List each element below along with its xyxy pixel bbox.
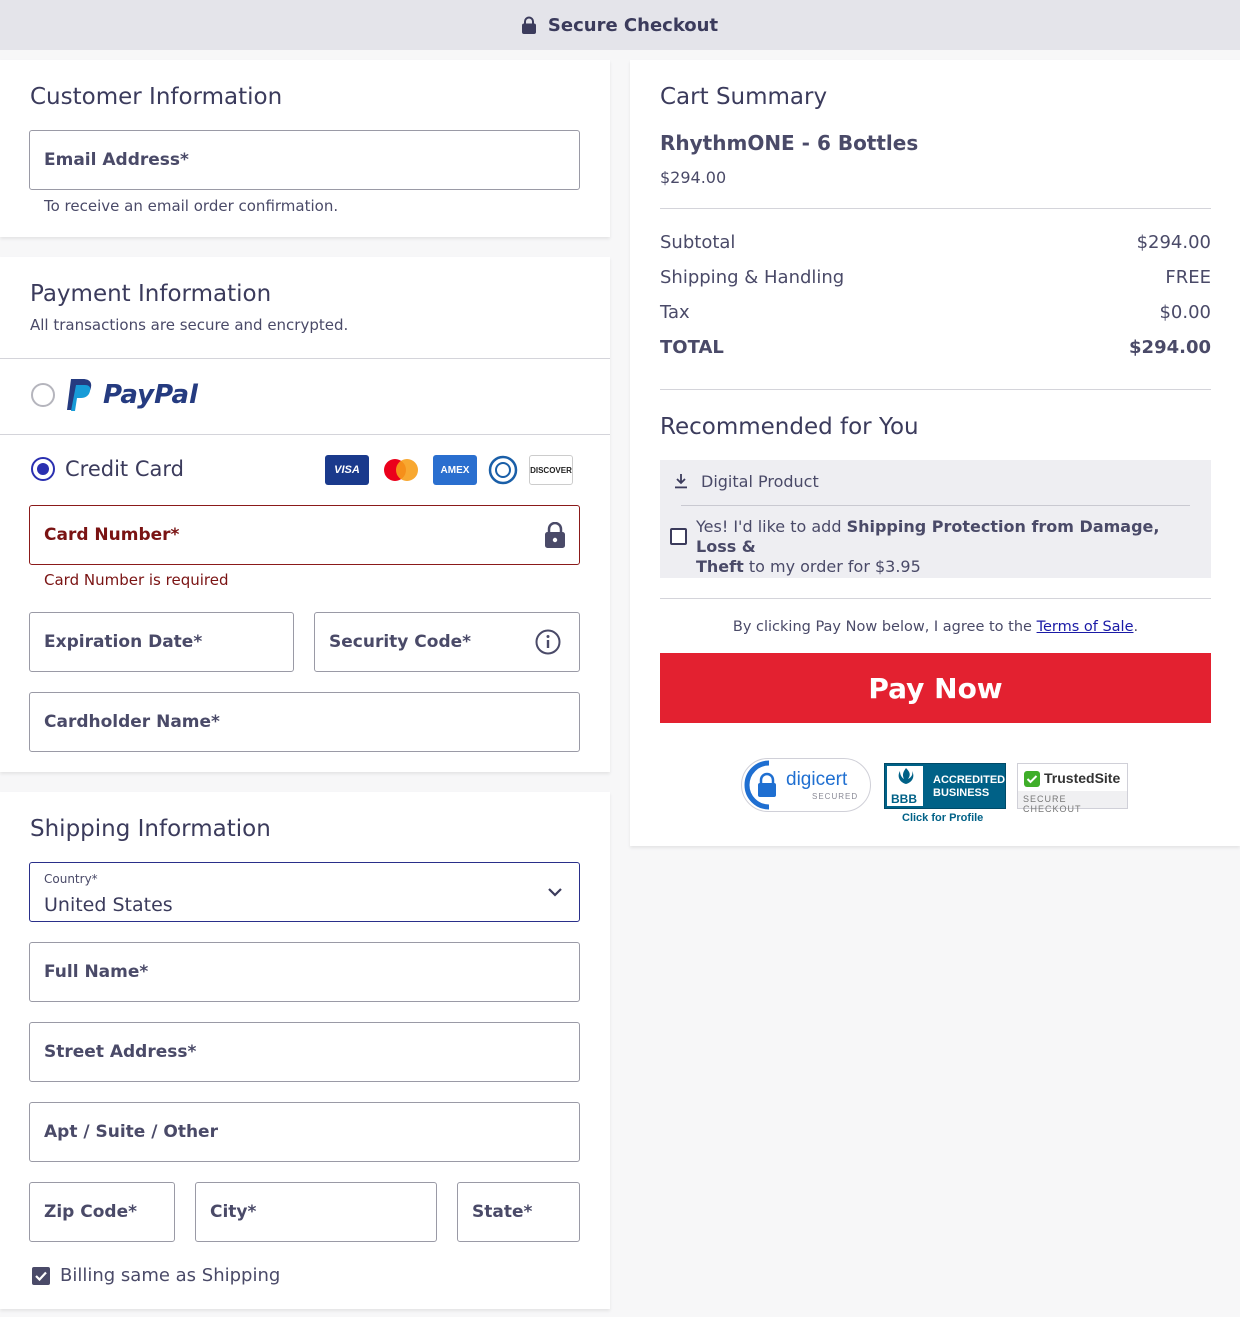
digicert-lock-icon bbox=[744, 760, 776, 810]
security-code-field[interactable]: Security Code* bbox=[314, 612, 580, 672]
billing-same-label: Billing same as Shipping bbox=[60, 1265, 281, 1286]
bbb-mark: BBB bbox=[891, 792, 917, 806]
country-select[interactable]: Country* United States bbox=[29, 862, 580, 922]
full-name-field[interactable]: Full Name* bbox=[29, 942, 580, 1002]
billing-same-option[interactable]: Billing same as Shipping bbox=[32, 1265, 280, 1286]
payment-subtitle: All transactions are secure and encrypte… bbox=[30, 316, 349, 334]
recommended-box: Digital Product Yes! I'd like to add Shi… bbox=[660, 460, 1211, 578]
card-number-label: Card Number* bbox=[44, 525, 180, 545]
subtotal-value: $294.00 bbox=[1136, 232, 1211, 253]
paypal-radio[interactable] bbox=[31, 383, 55, 407]
offer-bold-2: Theft bbox=[696, 557, 744, 576]
street-address-field[interactable]: Street Address* bbox=[29, 1022, 580, 1082]
terms-prefix: By clicking Pay Now below, I agree to th… bbox=[732, 619, 1037, 635]
payment-divider-top bbox=[0, 358, 610, 359]
shipping-row: Shipping & Handling FREE bbox=[660, 267, 1211, 288]
download-icon bbox=[675, 474, 687, 489]
cart-summary-card: Cart Summary RhythmONE - 6 Bottles $294.… bbox=[630, 60, 1240, 846]
bbb-badge[interactable]: BBB ACCREDITED BUSINESS bbox=[884, 763, 1006, 809]
customer-information-card: Customer Information Email Address* To r… bbox=[0, 60, 610, 237]
diners-logo-icon bbox=[487, 455, 519, 485]
card-lock-icon bbox=[545, 522, 565, 548]
recommended-divider bbox=[681, 505, 1190, 506]
paypal-logo-icon bbox=[67, 379, 92, 411]
credit-card-label: Credit Card bbox=[65, 457, 184, 481]
digicert-name: digicert bbox=[786, 769, 848, 790]
subtotal-row: Subtotal $294.00 bbox=[660, 232, 1211, 253]
credit-card-option[interactable]: Credit Card bbox=[31, 457, 184, 481]
digital-product-label: Digital Product bbox=[701, 472, 819, 491]
product-price: $294.00 bbox=[660, 168, 727, 187]
digicert-sub: SECURED bbox=[812, 792, 859, 801]
country-label: Country* bbox=[44, 872, 98, 886]
cart-divider-bottom bbox=[660, 598, 1211, 599]
terms-suffix: . bbox=[1133, 619, 1139, 635]
apt-suite-field[interactable]: Apt / Suite / Other bbox=[29, 1102, 580, 1162]
bbb-line-2: BUSINESS bbox=[933, 787, 990, 799]
security-code-label: Security Code* bbox=[329, 632, 472, 652]
offer-suffix: to my order for $3.95 bbox=[743, 557, 921, 576]
payment-section-title: Payment Information bbox=[30, 281, 272, 307]
card-number-field[interactable]: Card Number* bbox=[29, 505, 580, 565]
cart-divider-middle bbox=[660, 389, 1211, 390]
terms-text: By clicking Pay Now below, I agree to th… bbox=[660, 619, 1211, 635]
chevron-down-icon bbox=[548, 888, 562, 897]
total-row: TOTAL $294.00 bbox=[660, 337, 1211, 358]
trustedsite-sub: SECURE CHECKOUT bbox=[1023, 794, 1082, 814]
credit-card-radio[interactable] bbox=[31, 457, 55, 481]
expiration-date-field[interactable]: Expiration Date* bbox=[29, 612, 294, 672]
bbb-click-for-profile[interactable]: Click for Profile bbox=[902, 812, 983, 824]
card-logos: VISA AMEX DISCOVER bbox=[325, 455, 573, 485]
shipping-label: Shipping & Handling bbox=[660, 267, 845, 288]
email-field[interactable]: Email Address* bbox=[29, 130, 580, 190]
bbb-line-1: ACCREDITED bbox=[933, 774, 1006, 786]
card-number-error: Card Number is required bbox=[44, 571, 229, 589]
shipping-information-card: Shipping Information Country* United Sta… bbox=[0, 792, 610, 1309]
paypal-label: PayPal bbox=[103, 380, 198, 410]
total-label: TOTAL bbox=[660, 337, 724, 358]
info-icon[interactable] bbox=[535, 629, 561, 655]
customer-section-title: Customer Information bbox=[30, 84, 283, 110]
pay-now-button[interactable]: Pay Now bbox=[660, 653, 1211, 723]
lock-icon bbox=[521, 16, 536, 34]
trustedsite-name: TrustedSite bbox=[1044, 770, 1121, 786]
cart-section-title: Cart Summary bbox=[660, 84, 828, 110]
email-helper-text: To receive an email order confirmation. bbox=[44, 197, 339, 215]
trustedsite-badge[interactable]: TrustedSite SECURE CHECKOUT bbox=[1017, 763, 1128, 814]
discover-logo-icon: DISCOVER bbox=[529, 455, 573, 485]
mastercard-logo-icon bbox=[379, 455, 423, 485]
state-field[interactable]: State* bbox=[457, 1182, 580, 1242]
terms-of-sale-link[interactable]: Terms of Sale bbox=[1037, 619, 1134, 635]
digicert-badge[interactable]: digicert SECURED bbox=[741, 758, 871, 812]
offer-prefix: Yes! I'd like to add bbox=[696, 517, 847, 536]
shipping-protection-checkbox[interactable] bbox=[670, 528, 687, 545]
subtotal-label: Subtotal bbox=[660, 232, 736, 253]
city-field[interactable]: City* bbox=[195, 1182, 437, 1242]
shipping-section-title: Shipping Information bbox=[30, 816, 271, 842]
amex-logo-icon: AMEX bbox=[433, 455, 477, 485]
recommended-title: Recommended for You bbox=[660, 414, 919, 440]
visa-logo-icon: VISA bbox=[325, 455, 369, 485]
paypal-option[interactable]: PayPal bbox=[31, 377, 198, 413]
billing-same-checkbox[interactable] bbox=[32, 1266, 50, 1285]
product-name: RhythmONE - 6 Bottles bbox=[660, 131, 919, 155]
shipping-value: FREE bbox=[1165, 267, 1211, 288]
payment-divider-middle bbox=[0, 434, 610, 435]
tax-label: Tax bbox=[660, 302, 690, 323]
shipping-protection-text: Yes! I'd like to add Shipping Protection… bbox=[696, 517, 1196, 577]
tax-row: Tax $0.00 bbox=[660, 302, 1211, 323]
bbb-torch-icon bbox=[898, 768, 914, 784]
check-icon bbox=[1024, 771, 1040, 787]
cardholder-name-field[interactable]: Cardholder Name* bbox=[29, 692, 580, 752]
cart-divider-top bbox=[660, 208, 1211, 209]
payment-information-card: Payment Information All transactions are… bbox=[0, 257, 610, 772]
total-value: $294.00 bbox=[1129, 337, 1211, 358]
zip-code-field[interactable]: Zip Code* bbox=[29, 1182, 175, 1242]
tax-value: $0.00 bbox=[1159, 302, 1211, 323]
header-title: Secure Checkout bbox=[547, 14, 719, 36]
country-value: United States bbox=[44, 894, 173, 916]
secure-checkout-header: Secure Checkout bbox=[0, 0, 1240, 50]
